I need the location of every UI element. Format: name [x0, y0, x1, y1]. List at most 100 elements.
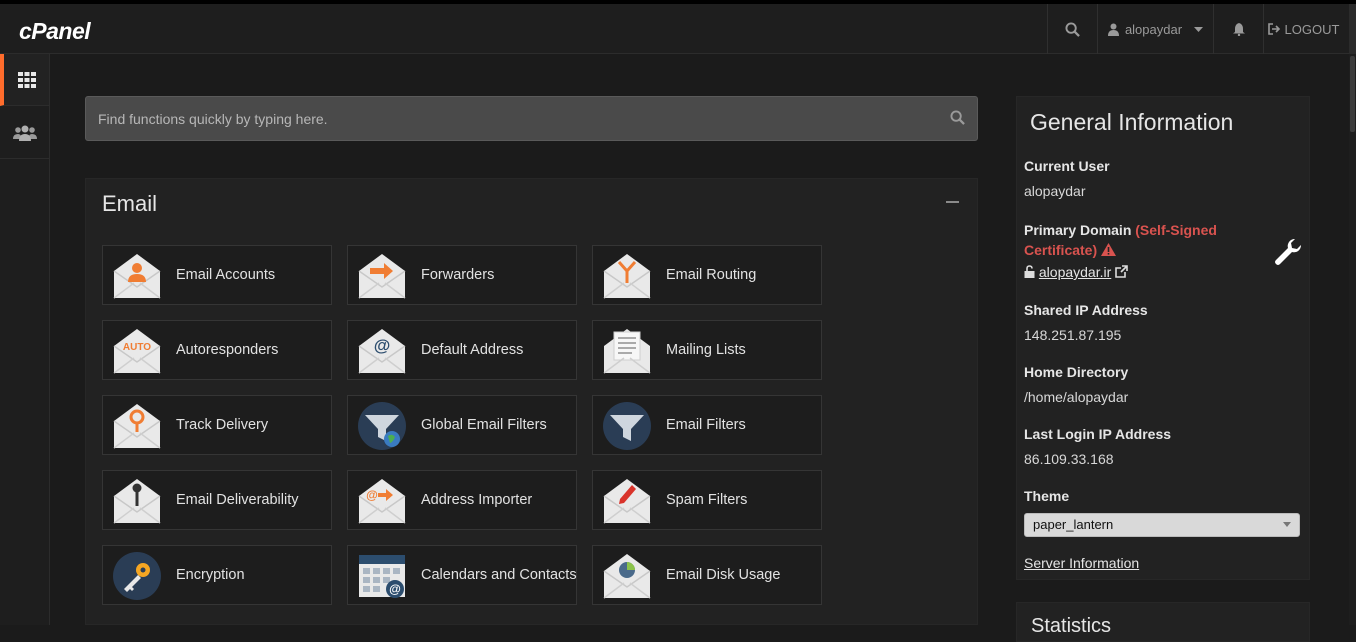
tile-label: Email Deliverability: [176, 492, 299, 508]
tile-mailing-lists[interactable]: Mailing Lists: [592, 320, 822, 380]
page-scrollbar[interactable]: [1349, 54, 1356, 625]
location-envelope-icon: [113, 404, 161, 449]
tile-default-address[interactable]: @ Default Address: [347, 320, 577, 380]
tile-label: Spam Filters: [666, 492, 748, 508]
scrollbar-thumb[interactable]: [1350, 56, 1355, 132]
key-envelope-icon: [113, 479, 161, 524]
statistics-panel: Statistics: [1016, 602, 1310, 642]
shared-ip-value: 148.251.87.195: [1024, 327, 1122, 343]
home-directory-label: Home Directory: [1024, 364, 1129, 380]
tile-autoresponders[interactable]: AUTO Autoresponders: [102, 320, 332, 380]
svg-text:@: @: [389, 582, 401, 596]
globe-funnel-icon: [358, 402, 406, 450]
certificate-warning-line1: (Self-Signed: [1135, 222, 1217, 238]
funnel-icon: [603, 402, 651, 450]
tile-label: Email Routing: [666, 267, 757, 283]
pencil-envelope-icon: [603, 479, 651, 524]
tile-label: Encryption: [176, 567, 245, 583]
external-link-icon[interactable]: [1115, 265, 1128, 278]
svg-text:@: @: [374, 336, 391, 355]
auto-envelope-icon: AUTO: [113, 329, 161, 374]
tile-label: Address Importer: [421, 492, 533, 508]
tile-address-importer[interactable]: @ Address Importer: [347, 470, 577, 530]
email-section: Email Email Accounts Forwarders Email Ro…: [85, 178, 978, 625]
user-icon: [1107, 23, 1119, 36]
notifications-button[interactable]: [1213, 4, 1263, 54]
function-search-box: [85, 96, 978, 141]
top-search-button[interactable]: [1047, 4, 1097, 54]
tile-email-deliverability[interactable]: Email Deliverability: [102, 470, 332, 530]
cpanel-logo[interactable]: cPanel: [19, 18, 91, 45]
tile-label: Forwarders: [421, 267, 495, 283]
collapse-section-button[interactable]: [946, 201, 959, 203]
top-scrollbar-track: [1349, 4, 1356, 54]
unlock-icon: [1024, 265, 1035, 278]
function-search-input[interactable]: [86, 97, 926, 140]
tile-encryption[interactable]: Encryption: [102, 545, 332, 605]
svg-text:@: @: [366, 488, 378, 502]
logout-label: LOGOUT: [1284, 21, 1340, 37]
current-user-value: alopaydar: [1024, 183, 1086, 199]
routing-envelope-icon: [603, 254, 651, 299]
shared-ip-label: Shared IP Address: [1024, 302, 1148, 318]
users-icon: [12, 125, 37, 141]
arrow-envelope-icon: [358, 254, 406, 299]
current-user-label: Current User: [1024, 158, 1110, 174]
tile-label: Email Disk Usage: [666, 567, 781, 583]
search-icon: [1065, 21, 1080, 37]
tile-label: Autoresponders: [176, 342, 279, 358]
section-title: Email: [102, 191, 158, 216]
tile-spam-filters[interactable]: Spam Filters: [592, 470, 822, 530]
theme-label: Theme: [1024, 488, 1070, 504]
nav-user-manager[interactable]: [0, 107, 49, 159]
server-information-link[interactable]: Server Information: [1024, 555, 1139, 571]
tile-email-accounts[interactable]: Email Accounts: [102, 245, 332, 305]
username-label: alopaydar: [1124, 21, 1183, 37]
tile-email-filters[interactable]: Email Filters: [592, 395, 822, 455]
tile-label: Default Address: [421, 342, 524, 358]
tile-label: Calendars and Contacts: [421, 567, 577, 583]
tile-email-routing[interactable]: Email Routing: [592, 245, 822, 305]
tile-email-disk-usage[interactable]: Email Disk Usage: [592, 545, 822, 605]
primary-domain-label: Primary Domain (Self-Signed Certificate): [1024, 220, 1264, 260]
nav-home-grid[interactable]: [0, 54, 49, 106]
tile-label: Global Email Filters: [421, 417, 547, 433]
tile-label: Email Accounts: [176, 267, 276, 283]
panel-title: General Information: [1030, 109, 1234, 135]
domain-row: alopaydar.ir: [1024, 264, 1128, 280]
pie-envelope-icon: [603, 554, 651, 599]
primary-domain-label-text: Primary Domain: [1024, 222, 1132, 238]
top-bar: cPanel alopaydar LOGOUT: [0, 0, 1356, 54]
logout-button[interactable]: LOGOUT: [1263, 4, 1343, 54]
general-information-panel: General Information Current User alopayd…: [1016, 96, 1310, 580]
left-navigation: [0, 54, 50, 625]
auto-badge: AUTO: [123, 342, 151, 353]
last-login-ip-label: Last Login IP Address: [1024, 426, 1172, 442]
tile-label: Email Filters: [666, 417, 746, 433]
tile-calendars-and-contacts[interactable]: @ Calendars and Contacts: [347, 545, 577, 605]
server-info-row: Server Information: [1024, 555, 1139, 571]
warning-icon: [1101, 243, 1117, 256]
import-envelope-icon: @: [358, 479, 406, 524]
calendar-icon: @: [359, 555, 405, 598]
wrench-icon[interactable]: [1273, 237, 1303, 267]
user-envelope-icon: [113, 254, 161, 299]
tile-global-email-filters[interactable]: Global Email Filters: [347, 395, 577, 455]
tile-label: Mailing Lists: [666, 342, 746, 358]
certificate-warning-line2: Certificate): [1024, 242, 1098, 258]
tile-forwarders[interactable]: Forwarders: [347, 245, 577, 305]
tile-label: Track Delivery: [176, 417, 269, 433]
logout-icon: [1267, 23, 1280, 35]
theme-select[interactable]: paper_lantern: [1024, 513, 1300, 537]
caret-down-icon: [1194, 26, 1204, 32]
statistics-title: Statistics: [1031, 615, 1112, 637]
user-menu[interactable]: alopaydar: [1097, 4, 1213, 54]
search-icon[interactable]: [950, 110, 965, 125]
grid-icon: [17, 71, 36, 88]
tile-track-delivery[interactable]: Track Delivery: [102, 395, 332, 455]
key-circle-icon: [113, 552, 161, 600]
home-directory-value: /home/alopaydar: [1024, 389, 1129, 405]
at-envelope-icon: @: [358, 329, 406, 374]
last-login-ip-value: 86.109.33.168: [1024, 451, 1114, 467]
primary-domain-link[interactable]: alopaydar.ir: [1039, 264, 1111, 280]
